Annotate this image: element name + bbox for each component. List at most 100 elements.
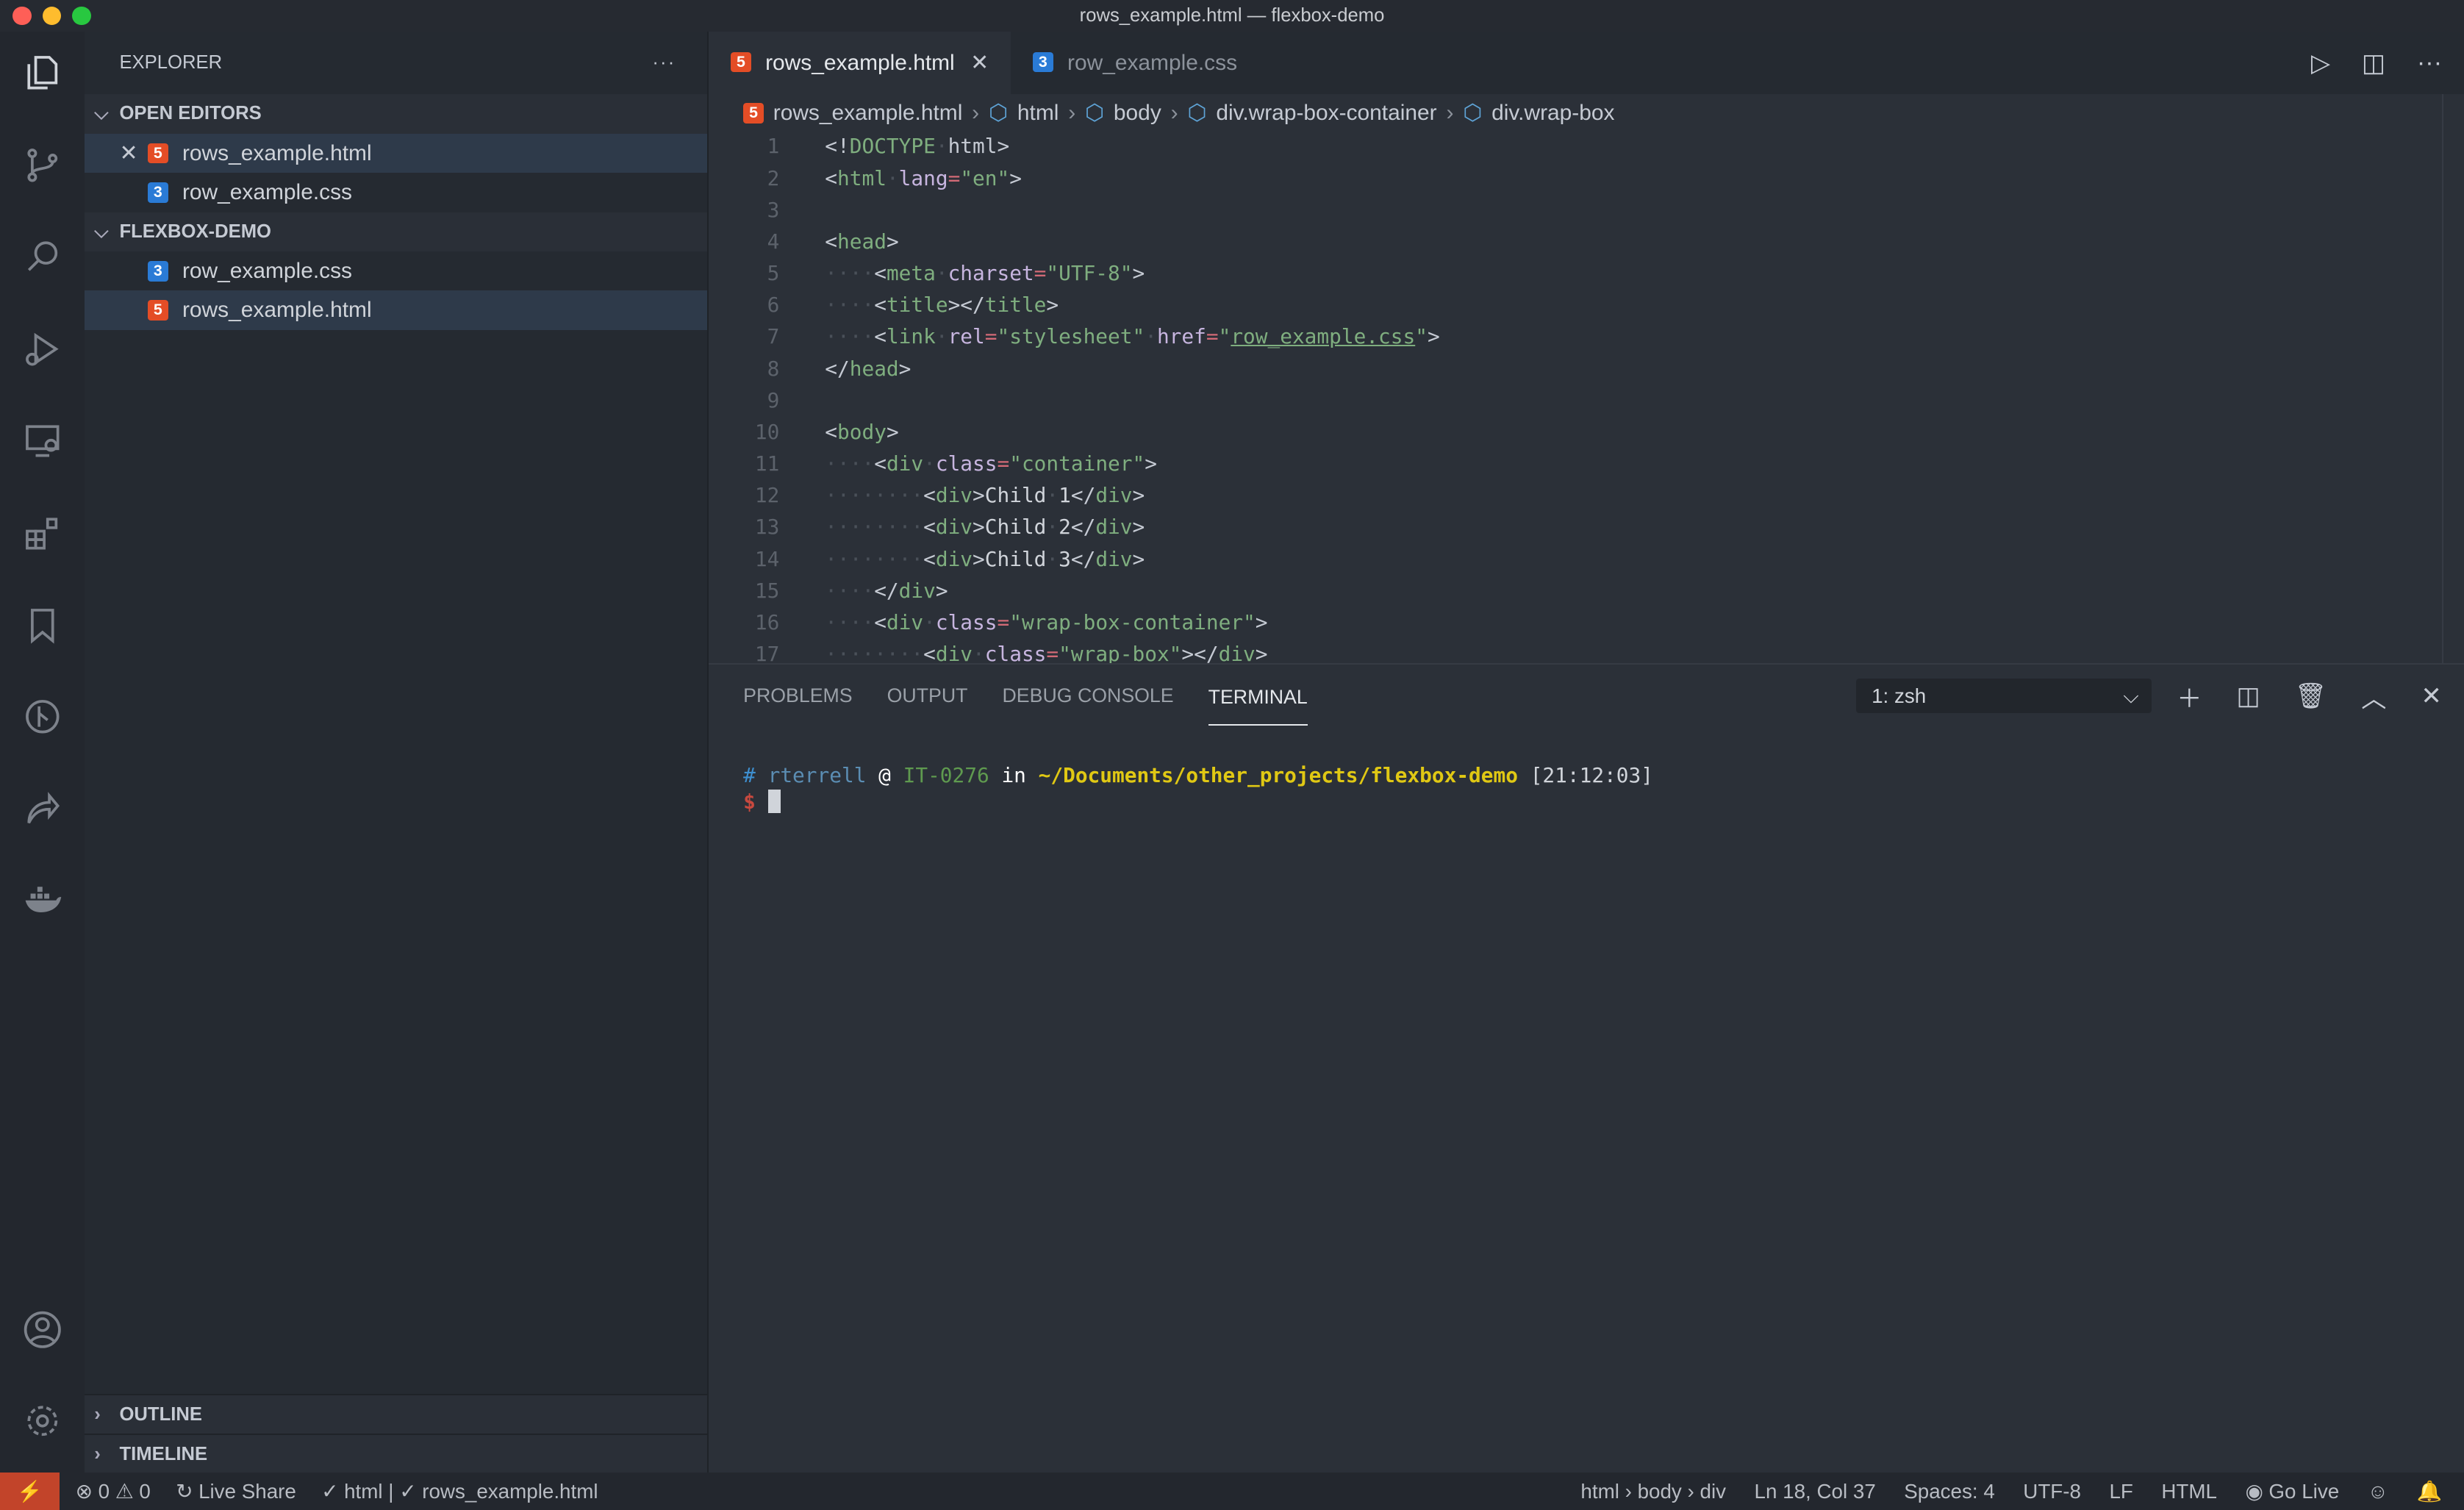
run-debug-icon[interactable] bbox=[21, 327, 65, 371]
code-line[interactable]: 4 <head> bbox=[709, 226, 2438, 257]
end-of-line[interactable]: LF bbox=[2109, 1473, 2132, 1510]
prompt-hash: # bbox=[743, 762, 756, 787]
terminal-select[interactable]: 1: zsh ⌵ bbox=[1855, 679, 2152, 714]
live-share-icon[interactable] bbox=[21, 787, 65, 831]
encoding[interactable]: UTF-8 bbox=[2023, 1473, 2081, 1510]
remote-explorer-icon[interactable] bbox=[21, 418, 65, 462]
code-token: </ bbox=[1070, 483, 1096, 508]
breadcrumb-item[interactable]: html bbox=[1017, 94, 1059, 132]
language-mode[interactable]: HTML bbox=[2161, 1473, 2217, 1510]
code-line[interactable]: 8 </head> bbox=[709, 353, 2438, 384]
more-actions-icon[interactable]: ··· bbox=[2417, 49, 2442, 77]
chevron-down-icon: ⌵ bbox=[94, 221, 109, 242]
outline-section[interactable]: › OUTLINE bbox=[85, 1394, 707, 1434]
breadcrumb-item[interactable]: div.wrap-box bbox=[1491, 94, 1614, 132]
code-line[interactable]: 6 ····<title></title> bbox=[709, 289, 2438, 321]
editor-scrollbar[interactable] bbox=[2442, 94, 2464, 664]
live-share-status[interactable]: ↻ Live Share bbox=[176, 1473, 296, 1510]
source-control-icon[interactable] bbox=[21, 143, 65, 187]
notifications-bell-icon[interactable]: 🔔 bbox=[2416, 1473, 2442, 1510]
run-icon[interactable]: ▷ bbox=[2311, 49, 2330, 78]
more-actions-button[interactable]: ··· bbox=[652, 32, 676, 95]
code-line[interactable]: 11 ····<div·class="container"> bbox=[709, 448, 2438, 479]
indentation[interactable]: Spaces: 4 bbox=[1904, 1473, 1995, 1510]
tab-problems[interactable]: PROBLEMS bbox=[743, 665, 852, 728]
code-token: < bbox=[874, 451, 887, 476]
problems-status[interactable]: ⊗ 0 ⚠ 0 bbox=[76, 1473, 151, 1510]
code-editor[interactable]: 1 <!DOCTYPE·html> 2 <html·lang="en"> 3 4 <head… bbox=[709, 130, 2438, 670]
code-token: </ bbox=[825, 356, 850, 381]
line-content: ····</div> bbox=[779, 575, 948, 606]
breadcrumb-item[interactable]: div.wrap-box-container bbox=[1216, 94, 1436, 132]
search-icon[interactable] bbox=[21, 235, 65, 279]
code-line[interactable]: 7 ····<link·rel="stylesheet"·href="row_ex… bbox=[709, 321, 2438, 352]
extensions-icon[interactable] bbox=[21, 511, 65, 555]
code-line[interactable]: 12 ········<div>Child·1</div> bbox=[709, 479, 2438, 511]
html-file-icon: 5 bbox=[731, 51, 751, 73]
maximize-panel-icon[interactable]: ︿ bbox=[2361, 678, 2386, 715]
split-terminal-icon[interactable]: ◫ bbox=[2236, 681, 2260, 711]
code-line[interactable]: 9 bbox=[709, 384, 2438, 416]
code-line[interactable]: 2 <html·lang="en"> bbox=[709, 162, 2438, 194]
code-token: · bbox=[1046, 546, 1059, 571]
tab-rows-example-html[interactable]: 5 rows_example.html ✕ bbox=[709, 31, 1011, 95]
lint-status[interactable]: ✓ html | ✓ rows_example.html bbox=[321, 1473, 598, 1510]
tab-terminal[interactable]: TERMINAL bbox=[1208, 666, 1308, 726]
close-panel-icon[interactable]: ✕ bbox=[2421, 681, 2442, 711]
explorer-icon[interactable] bbox=[21, 50, 65, 94]
warning-count: 0 bbox=[139, 1480, 151, 1503]
folder-section[interactable]: ⌵ FLEXBOX-DEMO bbox=[85, 212, 708, 251]
git-graph-icon[interactable] bbox=[21, 695, 65, 739]
line-number: 3 bbox=[767, 197, 780, 222]
open-editors-section[interactable]: ⌵ OPEN EDITORS bbox=[85, 94, 708, 134]
new-terminal-icon[interactable]: ＋ bbox=[2177, 678, 2202, 715]
code-line[interactable]: 5 ····<meta·charset="UTF-8"> bbox=[709, 257, 2438, 289]
code-line[interactable]: 10 <body> bbox=[709, 416, 2438, 448]
maximize-window-button[interactable] bbox=[72, 6, 91, 26]
breadcrumb-item[interactable]: body bbox=[1114, 94, 1161, 132]
line-content: </head> bbox=[779, 353, 911, 384]
docker-icon[interactable] bbox=[21, 879, 65, 923]
code-token: · bbox=[923, 610, 936, 634]
status-breadcrumb[interactable]: html › body › div bbox=[1580, 1473, 1726, 1510]
code-line[interactable]: 1 <!DOCTYPE·html> bbox=[709, 130, 2438, 162]
open-editor-item[interactable]: ✕ 5 rows_example.html bbox=[85, 133, 708, 173]
terminal-output[interactable]: # rterrell @ IT-0276 in ~/Documents/othe… bbox=[743, 762, 1653, 816]
feedback-icon[interactable]: ☺ bbox=[2368, 1473, 2388, 1510]
code-line[interactable]: 13 ········<div>Child·2</div> bbox=[709, 511, 2438, 543]
file-tree-item[interactable]: 3 row_example.css bbox=[85, 251, 707, 290]
code-token: class bbox=[935, 610, 998, 634]
tab-label: row_example.css bbox=[1067, 50, 1238, 75]
tab-debug-console[interactable]: DEBUG CONSOLE bbox=[1003, 665, 1174, 728]
cursor-position[interactable]: Ln 18, Col 37 bbox=[1755, 1473, 1876, 1510]
file-tree-item[interactable]: 5 rows_example.html bbox=[85, 290, 708, 330]
code-token: class bbox=[935, 451, 998, 476]
remote-indicator[interactable]: ⚡ bbox=[0, 1473, 60, 1510]
code-token: · bbox=[935, 261, 948, 286]
split-editor-icon[interactable]: ◫ bbox=[2362, 49, 2385, 78]
close-icon[interactable]: ✕ bbox=[970, 51, 989, 75]
code-line[interactable]: 15 ····</div> bbox=[709, 575, 2438, 606]
css-file-icon: 3 bbox=[147, 182, 168, 203]
code-token: < bbox=[874, 261, 887, 286]
timeline-section[interactable]: › TIMELINE bbox=[85, 1433, 707, 1473]
go-live-button[interactable]: ◉ Go Live bbox=[2245, 1473, 2339, 1510]
close-window-button[interactable] bbox=[12, 6, 32, 26]
code-line[interactable]: 16 ····<div·class="wrap-box-container"> bbox=[709, 606, 2438, 638]
code-line[interactable]: 3 bbox=[709, 194, 2438, 226]
accounts-icon[interactable] bbox=[21, 1308, 65, 1352]
code-token: > bbox=[1132, 483, 1145, 508]
close-icon[interactable]: ✕ bbox=[119, 134, 137, 173]
code-line[interactable]: 14 ········<div>Child·3</div> bbox=[709, 543, 2438, 575]
code-token: = bbox=[948, 165, 961, 190]
bookmark-icon[interactable] bbox=[21, 604, 65, 648]
code-token: > bbox=[886, 229, 899, 254]
tab-row-example-css[interactable]: 3 row_example.css bbox=[1011, 32, 1259, 95]
open-editor-item[interactable]: 3 row_example.css bbox=[85, 173, 707, 212]
settings-gear-icon[interactable] bbox=[21, 1399, 65, 1443]
breadcrumb-item[interactable]: rows_example.html bbox=[773, 94, 963, 132]
trash-icon[interactable]: 🗑 bbox=[2295, 681, 2327, 711]
minimize-window-button[interactable] bbox=[42, 6, 62, 26]
window-controls[interactable] bbox=[12, 6, 91, 26]
tab-output[interactable]: OUTPUT bbox=[887, 665, 968, 728]
